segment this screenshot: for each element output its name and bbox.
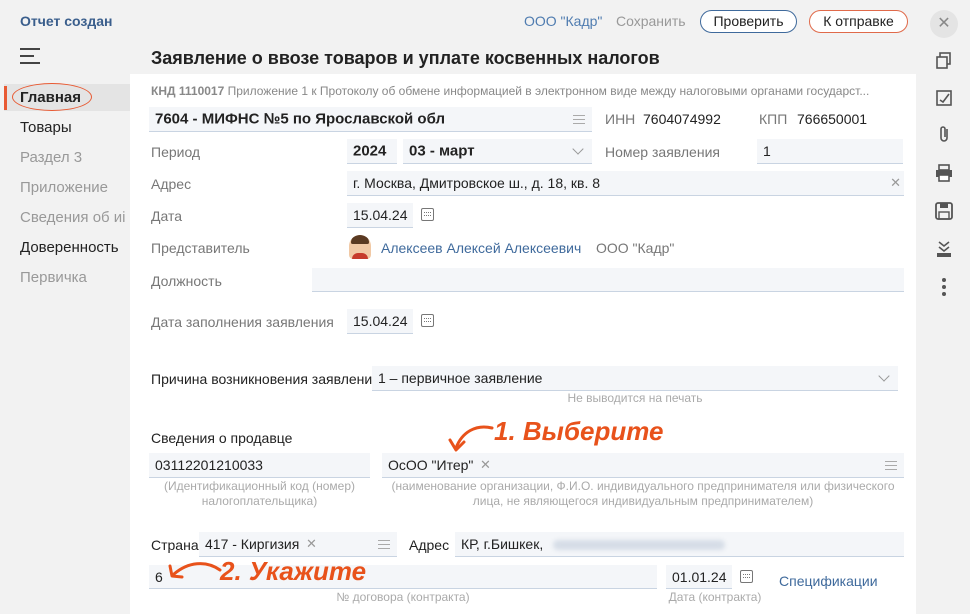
specifications-link[interactable]: Спецификации: [779, 573, 878, 589]
arrow-annotation-2: [168, 562, 222, 579]
attach-icon[interactable]: [934, 124, 954, 144]
redacted-text: [553, 540, 725, 550]
annotation-step2: 2. Укажите: [220, 556, 367, 586]
import-icon[interactable]: [934, 239, 954, 259]
annotation-step1: 1. Выберите: [494, 416, 664, 446]
reason-label: Причина возникновения заявления: [151, 371, 380, 387]
save-icon[interactable]: [934, 201, 954, 221]
representative-org: ООО "Кадр": [596, 240, 675, 256]
reason-hint: Не выводится на печать: [567, 391, 703, 405]
close-icon[interactable]: ✕: [930, 10, 958, 38]
period-month-select[interactable]: 03 - март: [403, 139, 592, 164]
list-icon[interactable]: [378, 540, 390, 549]
report-status: Отчет создан: [20, 13, 113, 29]
chevron-down-icon: [572, 143, 584, 155]
highlight-circle: [12, 83, 92, 111]
sidebar-item-primary[interactable]: Первичка: [20, 269, 87, 286]
address-field[interactable]: г. Москва, Дмитровское ш., д. 18, кв. 8 …: [347, 171, 904, 196]
inn-label: ИНН: [605, 111, 636, 127]
seller-name-field[interactable]: ОсОО "Итер" ✕: [382, 453, 904, 478]
reason-select[interactable]: 1 – первичное заявление: [372, 366, 898, 391]
check-button[interactable]: Проверить: [700, 10, 797, 33]
list-icon[interactable]: [885, 461, 897, 470]
tax-office-field[interactable]: 7604 - МИФНС №5 по Ярославской обл: [149, 107, 592, 132]
contract-date-hint: Дата (контракта): [668, 590, 762, 604]
date-field[interactable]: 15.04.24: [347, 203, 413, 228]
contract-number-hint: № договора (контракта): [336, 590, 470, 604]
seller-address-field[interactable]: КР, г.Бишкек,: [455, 532, 904, 557]
send-button[interactable]: К отправке: [809, 10, 908, 33]
seller-code-field[interactable]: 03112201210033: [149, 453, 370, 478]
more-icon[interactable]: [934, 276, 954, 296]
country-label: Страна: [151, 537, 199, 553]
calendar-icon[interactable]: [421, 314, 434, 327]
print-icon[interactable]: [934, 163, 954, 183]
seller-code-hint: (Идентификационный код (номер) налогопла…: [163, 479, 356, 508]
sidebar-active-marker: [4, 86, 7, 110]
sidebar-item-goods[interactable]: Товары: [20, 119, 72, 136]
sidebar-item-section3[interactable]: Раздел 3: [20, 149, 82, 166]
seller-address-label: Адрес: [409, 537, 450, 553]
position-label: Должность: [151, 273, 222, 289]
sidebar-item-appendix[interactable]: Приложение: [20, 179, 108, 196]
knd-line: КНД 1110017 Приложение 1 к Протоколу об …: [151, 84, 870, 98]
calendar-icon[interactable]: [421, 208, 434, 221]
position-field[interactable]: [312, 268, 904, 292]
clear-icon[interactable]: ✕: [890, 175, 901, 191]
clear-icon[interactable]: ✕: [480, 457, 491, 473]
period-label: Период: [151, 144, 201, 160]
representative-label: Представитель: [151, 240, 250, 256]
number-label: Номер заявления: [605, 144, 720, 160]
country-field[interactable]: 417 - Киргизия ✕: [199, 532, 397, 557]
calendar-icon[interactable]: [740, 570, 753, 583]
sign-icon[interactable]: [934, 88, 954, 108]
page-title: Заявление о ввозе товаров и уплате косве…: [151, 48, 660, 68]
kpp-value: 766650001: [797, 111, 868, 127]
sidebar-item-info[interactable]: Сведения об иі: [20, 209, 130, 226]
chevron-down-icon: [878, 370, 890, 382]
fill-date-field[interactable]: 15.04.24: [347, 309, 413, 334]
contract-date-field[interactable]: 01.01.24: [666, 565, 732, 589]
org-link[interactable]: ООО "Кадр": [524, 13, 602, 29]
sidebar-item-power-of-attorney[interactable]: Доверенность: [20, 239, 119, 256]
copy-icon[interactable]: [934, 50, 954, 70]
kpp-label: КПП: [759, 111, 788, 127]
clear-icon[interactable]: ✕: [306, 536, 317, 552]
avatar: [349, 235, 371, 259]
fill-date-label: Дата заполнения заявления: [151, 314, 334, 330]
seller-label: Сведения о продавце: [151, 430, 293, 446]
number-field[interactable]: 1: [757, 139, 903, 164]
date-label: Дата: [151, 208, 183, 224]
menu-icon[interactable]: [20, 48, 40, 66]
seller-name-hint: (наименование организации, Ф.И.О. индиви…: [391, 479, 895, 508]
save-button[interactable]: Сохранить: [616, 13, 686, 29]
list-icon[interactable]: [573, 115, 585, 124]
inn-value: 7604074992: [643, 111, 721, 127]
period-year-field[interactable]: 2024: [347, 139, 397, 164]
arrow-annotation-1: [448, 425, 494, 452]
representative-name[interactable]: Алексеев Алексей Алексеевич: [381, 240, 581, 256]
address-label: Адрес: [151, 176, 192, 192]
